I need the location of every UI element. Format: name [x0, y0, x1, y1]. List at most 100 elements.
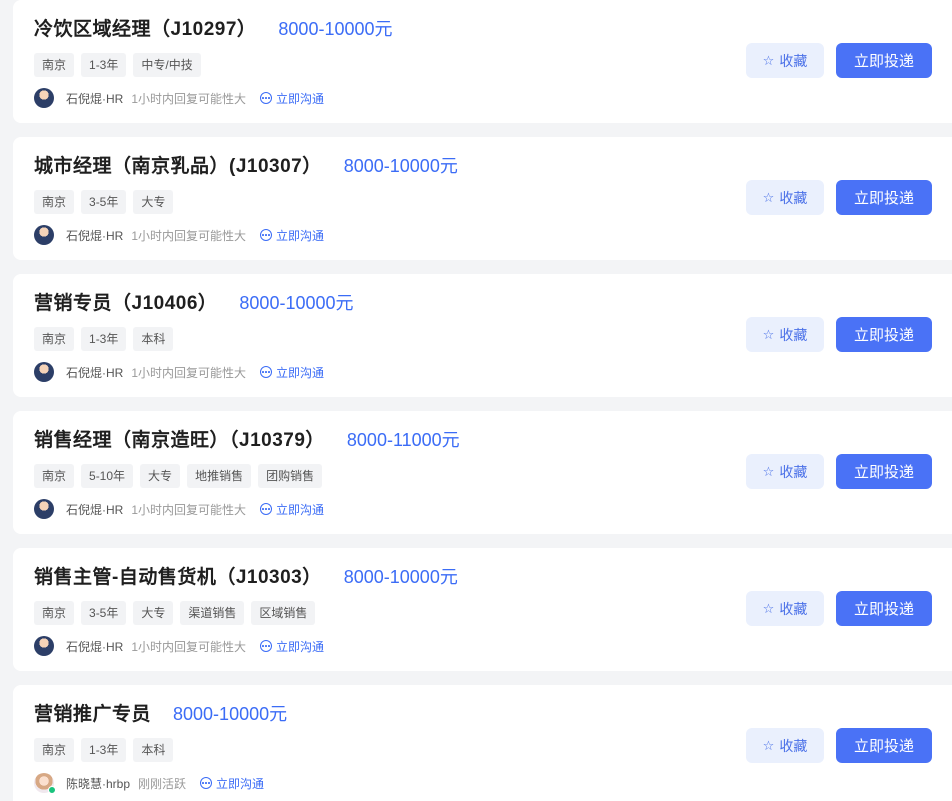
chat-now-link[interactable]: 立即沟通 — [260, 364, 324, 381]
job-salary: 8000-10000元 — [239, 293, 354, 313]
hr-name: 石倪焜·HR — [66, 228, 124, 243]
star-icon: ☆ — [762, 190, 775, 205]
job-card[interactable]: 冷饮区域经理（J10297） 8000-10000元南京 1-3年 中专/中技石倪焜·… — [13, 0, 952, 123]
job-title-row: 冷饮区域经理（J10297） 8000-10000元 — [34, 14, 393, 41]
favorite-button[interactable]: ☆ 收藏 — [746, 317, 824, 352]
job-tag: 本科 — [133, 327, 174, 351]
chat-now-link[interactable]: 立即沟通 — [260, 227, 324, 244]
job-tags: 南京 5-10年 大专 地推销售 团购销售 — [34, 464, 323, 488]
star-icon: ☆ — [762, 327, 775, 342]
apply-button[interactable]: 立即投递 — [836, 728, 932, 763]
job-title-row: 销售经理（南京造旺）（J10379） 8000-11000元 — [34, 425, 460, 452]
avatar — [34, 499, 54, 519]
job-title[interactable]: 营销专员（J10406） — [34, 288, 217, 315]
job-tag: 南京 — [34, 327, 75, 351]
job-card[interactable]: 销售经理（南京造旺）（J10379） 8000-11000元南京 5-10年 大专 地推… — [13, 411, 952, 534]
job-title[interactable]: 销售主管-自动售货机（J10303） — [34, 562, 322, 589]
job-tag: 大专 — [133, 190, 174, 214]
chat-now-link[interactable]: 立即沟通 — [200, 775, 264, 792]
hr-activity-status: 1小时内回复可能性大 — [131, 91, 247, 106]
job-card[interactable]: 销售主管-自动售货机（J10303） 8000-10000元南京 3-5年 大专 渠道销… — [13, 548, 952, 671]
apply-button[interactable]: 立即投递 — [836, 180, 932, 215]
job-tag: 南京 — [34, 738, 75, 762]
job-tag: 南京 — [34, 53, 75, 77]
chat-bubble-icon — [260, 503, 273, 515]
job-card[interactable]: 营销专员（J10406） 8000-10000元南京 1-3年 本科石倪焜·HR 1小时… — [13, 274, 952, 397]
job-tag: 地推销售 — [187, 464, 252, 488]
chat-bubble-icon — [200, 777, 213, 789]
star-icon: ☆ — [762, 601, 775, 616]
apply-button[interactable]: 立即投递 — [836, 317, 932, 352]
apply-button[interactable]: 立即投递 — [836, 43, 932, 78]
job-tag: 本科 — [133, 738, 174, 762]
star-icon: ☆ — [762, 738, 775, 753]
job-tag: 南京 — [34, 601, 75, 625]
avatar — [34, 88, 54, 108]
hr-name: 石倪焜·HR — [66, 502, 124, 517]
job-tag: 3-5年 — [81, 601, 127, 625]
hr-name: 石倪焜·HR — [66, 91, 124, 106]
chat-now-label: 立即沟通 — [276, 639, 325, 654]
hr-activity-status: 1小时内回复可能性大 — [131, 639, 247, 654]
chat-now-label: 立即沟通 — [276, 228, 325, 243]
hr-info-row: 石倪焜·HR 1小时内回复可能性大 立即沟通 — [34, 636, 324, 656]
avatar — [34, 773, 56, 794]
hr-info-row: 石倪焜·HR 1小时内回复可能性大 立即沟通 — [34, 225, 324, 245]
favorite-button[interactable]: ☆ 收藏 — [746, 728, 824, 763]
hr-name: 陈晓慧·hrbp — [66, 776, 131, 791]
job-tag: 1-3年 — [81, 327, 127, 351]
job-card[interactable]: 营销推广专员 8000-10000元南京 1-3年 本科陈晓慧·hrbp 刚刚活跃 立即沟… — [13, 685, 952, 801]
apply-button[interactable]: 立即投递 — [836, 591, 932, 626]
favorite-button[interactable]: ☆ 收藏 — [746, 43, 824, 78]
hr-info-row: 石倪焜·HR 1小时内回复可能性大 立即沟通 — [34, 88, 324, 108]
chat-now-link[interactable]: 立即沟通 — [260, 638, 324, 655]
favorite-label: 收藏 — [779, 189, 808, 206]
job-salary: 8000-10000元 — [343, 567, 458, 587]
chat-bubble-icon — [260, 229, 273, 241]
job-card[interactable]: 城市经理（南京乳品）(J10307） 8000-10000元 南京 3-5年 大专 石倪焜… — [13, 137, 952, 260]
job-salary: 8000-10000元 — [343, 156, 458, 176]
hr-activity-status: 刚刚活跃 — [138, 776, 187, 791]
job-title-row: 城市经理（南京乳品）(J10307） 8000-10000元 — [34, 151, 458, 178]
avatar — [34, 362, 54, 382]
job-title[interactable]: 城市经理（南京乳品）(J10307） — [34, 151, 322, 178]
online-status-dot — [48, 786, 56, 794]
favorite-label: 收藏 — [779, 463, 808, 480]
chat-now-link[interactable]: 立即沟通 — [260, 90, 324, 107]
chat-now-label: 立即沟通 — [216, 776, 265, 791]
job-tags: 南京 3-5年 大专 渠道销售 区域销售 — [34, 601, 316, 625]
hr-activity-status: 1小时内回复可能性大 — [131, 502, 247, 517]
chat-now-label: 立即沟通 — [276, 91, 325, 106]
favorite-button[interactable]: ☆ 收藏 — [746, 180, 824, 215]
avatar — [34, 225, 54, 245]
favorite-label: 收藏 — [779, 600, 808, 617]
hr-name: 石倪焜·HR — [66, 365, 124, 380]
job-tag: 中专/中技 — [133, 53, 201, 77]
job-tag: 渠道销售 — [180, 601, 245, 625]
chat-bubble-icon — [260, 92, 273, 104]
job-title-row: 营销专员（J10406） 8000-10000元 — [34, 288, 354, 315]
star-icon: ☆ — [762, 53, 775, 68]
job-salary: 8000-10000元 — [173, 704, 288, 724]
chat-bubble-icon — [260, 366, 273, 378]
job-title[interactable]: 销售经理（南京造旺）（J10379） — [34, 425, 325, 452]
job-tag: 3-5年 — [81, 190, 127, 214]
job-title[interactable]: 营销推广专员 — [34, 699, 151, 726]
job-tag: 大专 — [140, 464, 181, 488]
job-tag: 大专 — [133, 601, 174, 625]
favorite-button[interactable]: ☆ 收藏 — [746, 591, 824, 626]
apply-button[interactable]: 立即投递 — [836, 454, 932, 489]
job-tags: 南京 1-3年 中专/中技 — [34, 53, 201, 77]
job-title[interactable]: 冷饮区域经理（J10297） — [34, 14, 256, 41]
job-salary: 8000-10000元 — [278, 19, 393, 39]
chat-now-link[interactable]: 立即沟通 — [260, 501, 324, 518]
hr-info-row: 陈晓慧·hrbp 刚刚活跃 立即沟通 — [34, 773, 264, 794]
job-tags: 南京 1-3年 本科 — [34, 738, 174, 762]
job-salary: 8000-11000元 — [346, 430, 460, 450]
chat-now-label: 立即沟通 — [276, 365, 325, 380]
favorite-button[interactable]: ☆ 收藏 — [746, 454, 824, 489]
job-tags: 南京 1-3年 本科 — [34, 327, 174, 351]
chat-now-label: 立即沟通 — [276, 502, 325, 517]
hr-info-row: 石倪焜·HR 1小时内回复可能性大 立即沟通 — [34, 362, 324, 382]
job-title-row: 销售主管-自动售货机（J10303） 8000-10000元 — [34, 562, 458, 589]
